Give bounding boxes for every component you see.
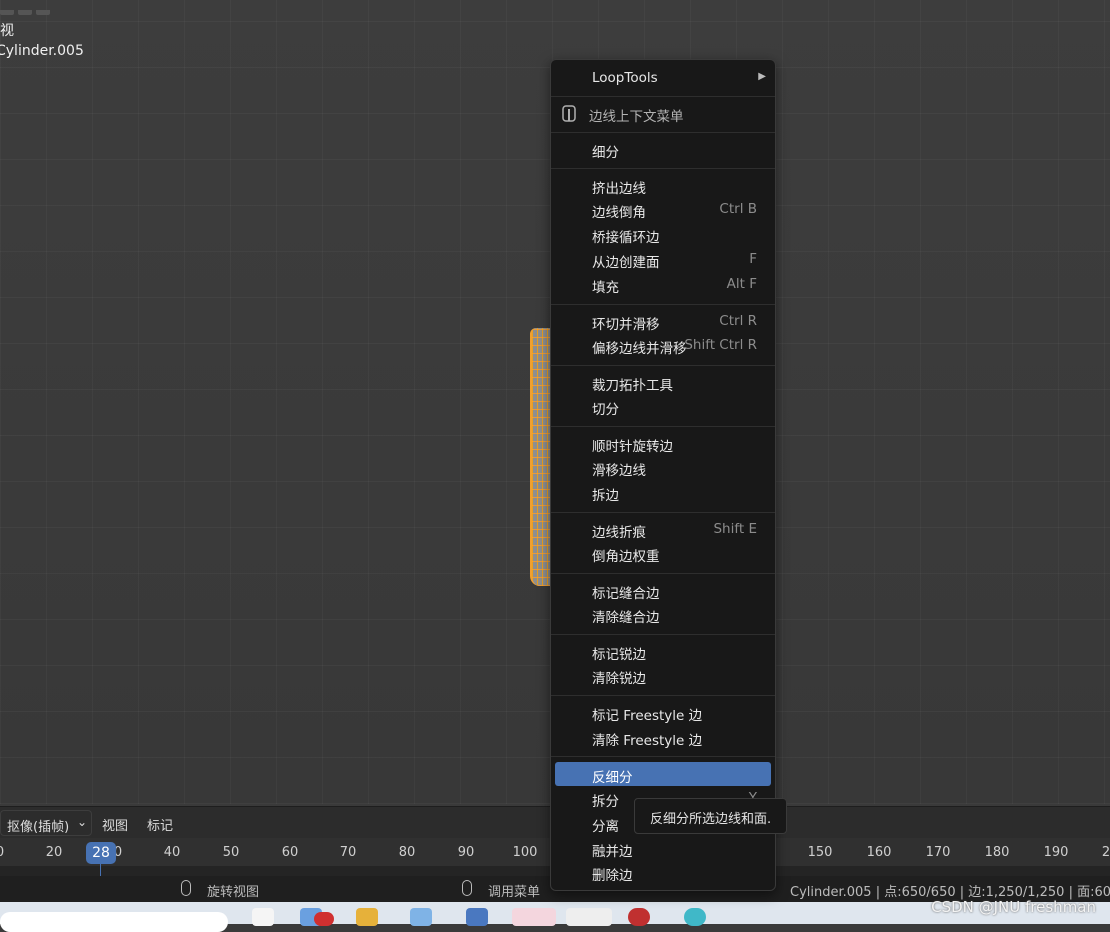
menu-item-un-subdivide[interactable]: 反细分 <box>555 762 771 786</box>
menu-item-clear-sharp[interactable]: 清除锐边 <box>551 663 775 687</box>
menu-item-knife-topology[interactable]: 裁刀拓扑工具 <box>551 370 775 394</box>
status-call-menu: 调用菜单 <box>488 885 541 900</box>
menu-item-mark-sharp[interactable]: 标记锐边 <box>551 639 775 663</box>
app-icon[interactable] <box>252 908 274 926</box>
menu-item-clear-freestyle[interactable]: 清除 Freestyle 边 <box>551 725 775 749</box>
menu-item-delete-edges[interactable]: 删除边 <box>551 860 775 884</box>
menu-item-edge-slide[interactable]: 滑移边线 <box>551 455 775 479</box>
menu-item-fill[interactable]: 填充 Alt F <box>551 272 775 296</box>
app-icon[interactable] <box>512 908 556 926</box>
frame-tick: 60 <box>281 845 299 860</box>
frame-tick: 100 <box>512 845 538 860</box>
menu-item-looptools[interactable]: LoopTools ▶ <box>551 66 775 90</box>
menu-separator <box>551 573 775 574</box>
menu-separator <box>551 168 775 169</box>
frame-tick: 160 <box>866 845 892 860</box>
playhead-line <box>100 864 101 876</box>
menu-separator <box>551 695 775 696</box>
playback-mode-dropdown[interactable]: 抠像(插帧) ⌄ <box>0 810 92 836</box>
timeline-menu-marker[interactable]: 标记 <box>147 815 173 834</box>
tooltip-text: 反细分所选边线和面. <box>650 812 772 827</box>
mouse-icon <box>181 880 191 896</box>
playback-mode-value: 抠像(插帧) <box>7 820 70 835</box>
menu-item-bisect[interactable]: 切分 <box>551 394 775 418</box>
watermark: CSDN @JNU freshman <box>931 898 1096 916</box>
current-frame-badge[interactable]: 28 <box>86 842 116 864</box>
menu-title-label: 边线上下文菜单 <box>589 109 684 125</box>
frame-tick: 80 <box>398 845 416 860</box>
menu-item-mark-seam[interactable]: 标记缝合边 <box>551 578 775 602</box>
tooltip: 反细分所选边线和面. <box>634 798 787 834</box>
menu-item-loop-cut-slide[interactable]: 环切并滑移 Ctrl R <box>551 309 775 333</box>
menu-item-split-edge[interactable]: 拆边 <box>551 480 775 504</box>
viewport-header-buttons[interactable] <box>0 0 60 15</box>
frame-tick: 50 <box>222 845 240 860</box>
pin-icon[interactable] <box>561 105 577 122</box>
object-name: Cylinder.005 <box>0 43 84 59</box>
folder-icon[interactable] <box>356 908 378 926</box>
menu-item-bevel-weight[interactable]: 倒角边权重 <box>551 541 775 565</box>
menu-item-edge-crease[interactable]: 边线折痕 Shift E <box>551 517 775 541</box>
menu-title: 边线上下文菜单 <box>551 101 775 125</box>
frame-tick: 20 <box>45 845 63 860</box>
frame-tick: 180 <box>984 845 1010 860</box>
frame-tick: 90 <box>457 845 475 860</box>
menu-item-subdivide[interactable]: 细分 <box>551 137 775 161</box>
chevron-down-icon: ⌄ <box>76 815 87 829</box>
frame-tick: 190 <box>1043 845 1069 860</box>
menu-separator <box>551 634 775 635</box>
edge-context-menu: LoopTools ▶ 边线上下文菜单 细分 挤出边线 边线倒角 Ctrl B 桥… <box>550 59 776 891</box>
menu-separator <box>551 96 775 97</box>
menu-item-rotate-edge-cw[interactable]: 顺时针旋转边 <box>551 431 775 455</box>
menu-item-extrude-edges[interactable]: 挤出边线 <box>551 173 775 197</box>
menu-item-face-from-edges[interactable]: 从边创建面 F <box>551 247 775 271</box>
menu-item-offset-edge-slide[interactable]: 偏移边线并滑移 Shift Ctrl R <box>551 333 775 357</box>
taskbar-search-box[interactable] <box>0 912 228 932</box>
frame-tick: 40 <box>163 845 181 860</box>
menu-separator <box>551 304 775 305</box>
menu-separator <box>551 132 775 133</box>
menu-separator <box>551 756 775 757</box>
menu-item-dissolve-edges[interactable]: 融并边 <box>551 836 775 860</box>
app-icon[interactable] <box>628 908 650 926</box>
menu-separator <box>551 365 775 366</box>
menu-item-bridge-loops[interactable]: 桥接循环边 <box>551 222 775 246</box>
frame-tick: 170 <box>925 845 951 860</box>
menu-separator <box>551 512 775 513</box>
frame-tick: 70 <box>339 845 357 860</box>
frame-tick: 2 <box>1101 845 1110 860</box>
frame-tick: 150 <box>807 845 833 860</box>
app-icon[interactable] <box>466 908 488 926</box>
blender-icon[interactable] <box>566 908 612 926</box>
menu-item-bevel-edges[interactable]: 边线倒角 Ctrl B <box>551 197 775 221</box>
submenu-arrow-icon: ▶ <box>758 71 766 82</box>
menu-item-label: LoopTools <box>592 70 658 86</box>
timeline-menu-view[interactable]: 视图 <box>102 815 128 834</box>
frame-tick: 0 <box>0 845 4 860</box>
mouse-icon <box>462 880 472 896</box>
status-rotate-view: 旋转视图 <box>207 885 260 900</box>
menu-item-clear-seam[interactable]: 清除缝合边 <box>551 602 775 626</box>
app-icon[interactable] <box>410 908 432 926</box>
view-label: 视 <box>0 23 14 39</box>
menu-item-mark-freestyle[interactable]: 标记 Freestyle 边 <box>551 700 775 724</box>
menu-separator <box>551 426 775 427</box>
app-icon[interactable] <box>684 908 706 926</box>
